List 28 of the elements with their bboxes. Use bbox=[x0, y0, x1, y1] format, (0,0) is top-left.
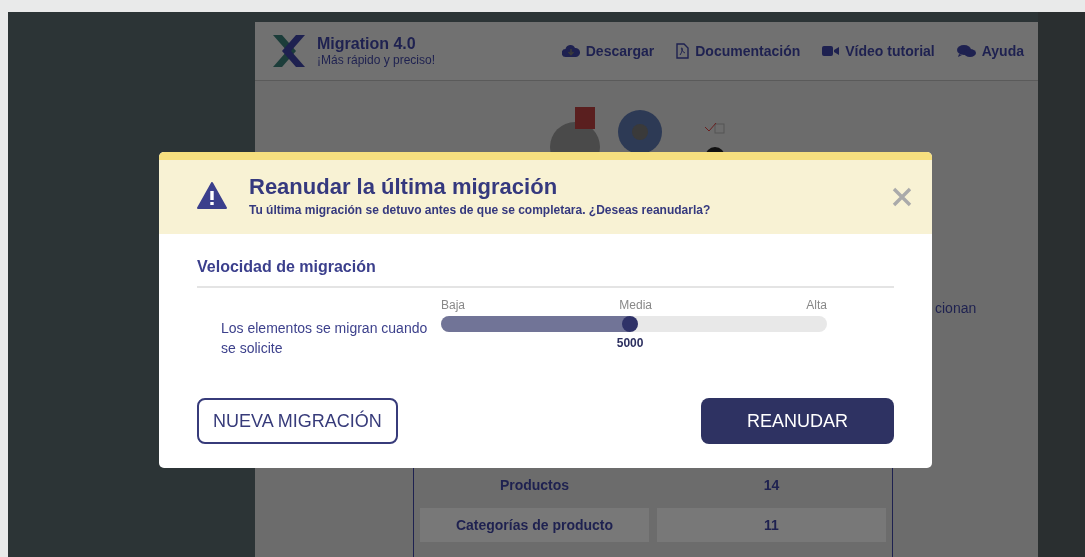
app-subtitle: ¡Más rápido y preciso! bbox=[317, 53, 436, 67]
dialog-title: Reanudar la última migración bbox=[249, 174, 559, 200]
resume-button[interactable]: REANUDAR bbox=[701, 398, 894, 444]
section-title: Velocidad de migración bbox=[197, 258, 894, 288]
nav-link[interactable]: Vídeo tutorial bbox=[822, 43, 935, 59]
nav-link[interactable]: Documentación bbox=[676, 43, 801, 59]
cloud-download-icon bbox=[561, 44, 580, 58]
slider-tick-label: Baja bbox=[441, 298, 466, 312]
nav-link[interactable]: Ayuda bbox=[956, 43, 1024, 59]
slider-value: 5000 bbox=[616, 336, 644, 350]
table-cell-text: Productos bbox=[498, 476, 571, 495]
pdf-file-icon bbox=[676, 43, 690, 59]
table-cell-text: 14 bbox=[762, 476, 781, 495]
speed-description: Los elementos se migran cuando se solicite bbox=[221, 319, 429, 358]
slider-thumb[interactable] bbox=[622, 316, 639, 332]
close-icon bbox=[892, 186, 912, 207]
partial-text: cionan bbox=[935, 300, 977, 316]
slider-tick-label: Media bbox=[619, 298, 652, 312]
slider-tick-label: Alta bbox=[806, 298, 827, 312]
video-camera-icon bbox=[822, 45, 840, 57]
nav-link[interactable]: Descargar bbox=[561, 43, 655, 59]
table-cell: Categorías de producto bbox=[420, 508, 649, 542]
warning-icon bbox=[197, 182, 227, 209]
dialog-message: Tu última migración se detuvo antes de que se completara. ¿Deseas reanudarla? bbox=[249, 203, 712, 217]
new-migration-button[interactable]: NUEVA MIGRACIÓN bbox=[197, 398, 398, 444]
chat-bubbles-icon bbox=[956, 43, 976, 59]
app-title: Migration 4.0 bbox=[317, 35, 417, 53]
table-cell: 11 bbox=[657, 508, 886, 542]
